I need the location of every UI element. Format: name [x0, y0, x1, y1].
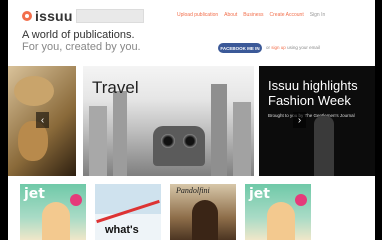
- issuu-logo-icon: [22, 11, 32, 21]
- issuu-homepage: issuu Upload publication About Business …: [8, 0, 375, 240]
- publication-cover[interactable]: jet: [245, 184, 311, 240]
- model-image: [314, 116, 334, 176]
- building-image: [89, 106, 107, 176]
- publication-cover[interactable]: what's: [95, 184, 161, 240]
- cover-badge: [70, 194, 82, 206]
- alt-signup-suffix: using your email: [287, 45, 320, 50]
- email-signup-link[interactable]: sign up: [271, 45, 286, 50]
- nav-create-account[interactable]: Create Account: [270, 12, 304, 18]
- building-image: [113, 91, 127, 176]
- publication-cover[interactable]: jet: [20, 184, 86, 240]
- slide-title: Issuu highlights Fashion Week: [268, 78, 358, 108]
- cover-masthead: jet: [24, 186, 45, 202]
- cover-figure: [192, 200, 218, 240]
- tagline-line2: For you, created by you.: [22, 41, 141, 53]
- binocular-viewer-image: [153, 126, 205, 166]
- cover-portrait: [42, 202, 70, 240]
- carousel-prev-button[interactable]: ‹: [36, 112, 49, 128]
- cover-masthead: what's: [105, 224, 139, 236]
- lens-icon: [183, 134, 197, 148]
- tagline: A world of publications. For you, create…: [22, 29, 141, 53]
- logo[interactable]: issuu: [22, 8, 73, 24]
- tagline-line1: A world of publications.: [22, 29, 135, 41]
- featured-carousel: Travel Issuu highlights Fashion Week Bro…: [8, 66, 375, 176]
- nav-about[interactable]: About: [224, 12, 237, 18]
- nav-business[interactable]: Business: [243, 12, 263, 18]
- cover-portrait: [267, 202, 295, 240]
- nav-sign-in[interactable]: Sign In: [310, 12, 326, 18]
- building-image: [233, 102, 251, 176]
- top-nav: Upload publication About Business Create…: [177, 12, 325, 18]
- cover-badge: [295, 194, 307, 206]
- lens-icon: [161, 134, 175, 148]
- bread-image: [14, 76, 54, 106]
- slide-title: Travel: [92, 78, 139, 97]
- logo-text: issuu: [35, 8, 73, 24]
- alt-signup-prefix: or: [266, 45, 271, 50]
- nav-upload-publication[interactable]: Upload publication: [177, 12, 218, 18]
- carousel-slide-fashion[interactable]: Issuu highlights Fashion Week Brought to…: [259, 66, 375, 176]
- slide-subtitle: Brought to you by The Gentlemen's Journa…: [268, 113, 355, 118]
- carousel-slide-travel[interactable]: Travel: [83, 66, 254, 176]
- facebook-signin-button[interactable]: FACEBOOK ME IN: [218, 43, 262, 53]
- search-input[interactable]: [76, 9, 144, 23]
- building-image: [211, 84, 227, 176]
- publication-grid: jet what's Pandolfini jet: [8, 184, 375, 240]
- cover-masthead: jet: [249, 186, 270, 202]
- publication-cover[interactable]: Pandolfini: [170, 184, 236, 240]
- email-signup-text: or sign up using your email: [266, 45, 320, 50]
- cover-masthead: Pandolfini: [176, 186, 210, 195]
- carousel-next-button[interactable]: ›: [293, 112, 306, 128]
